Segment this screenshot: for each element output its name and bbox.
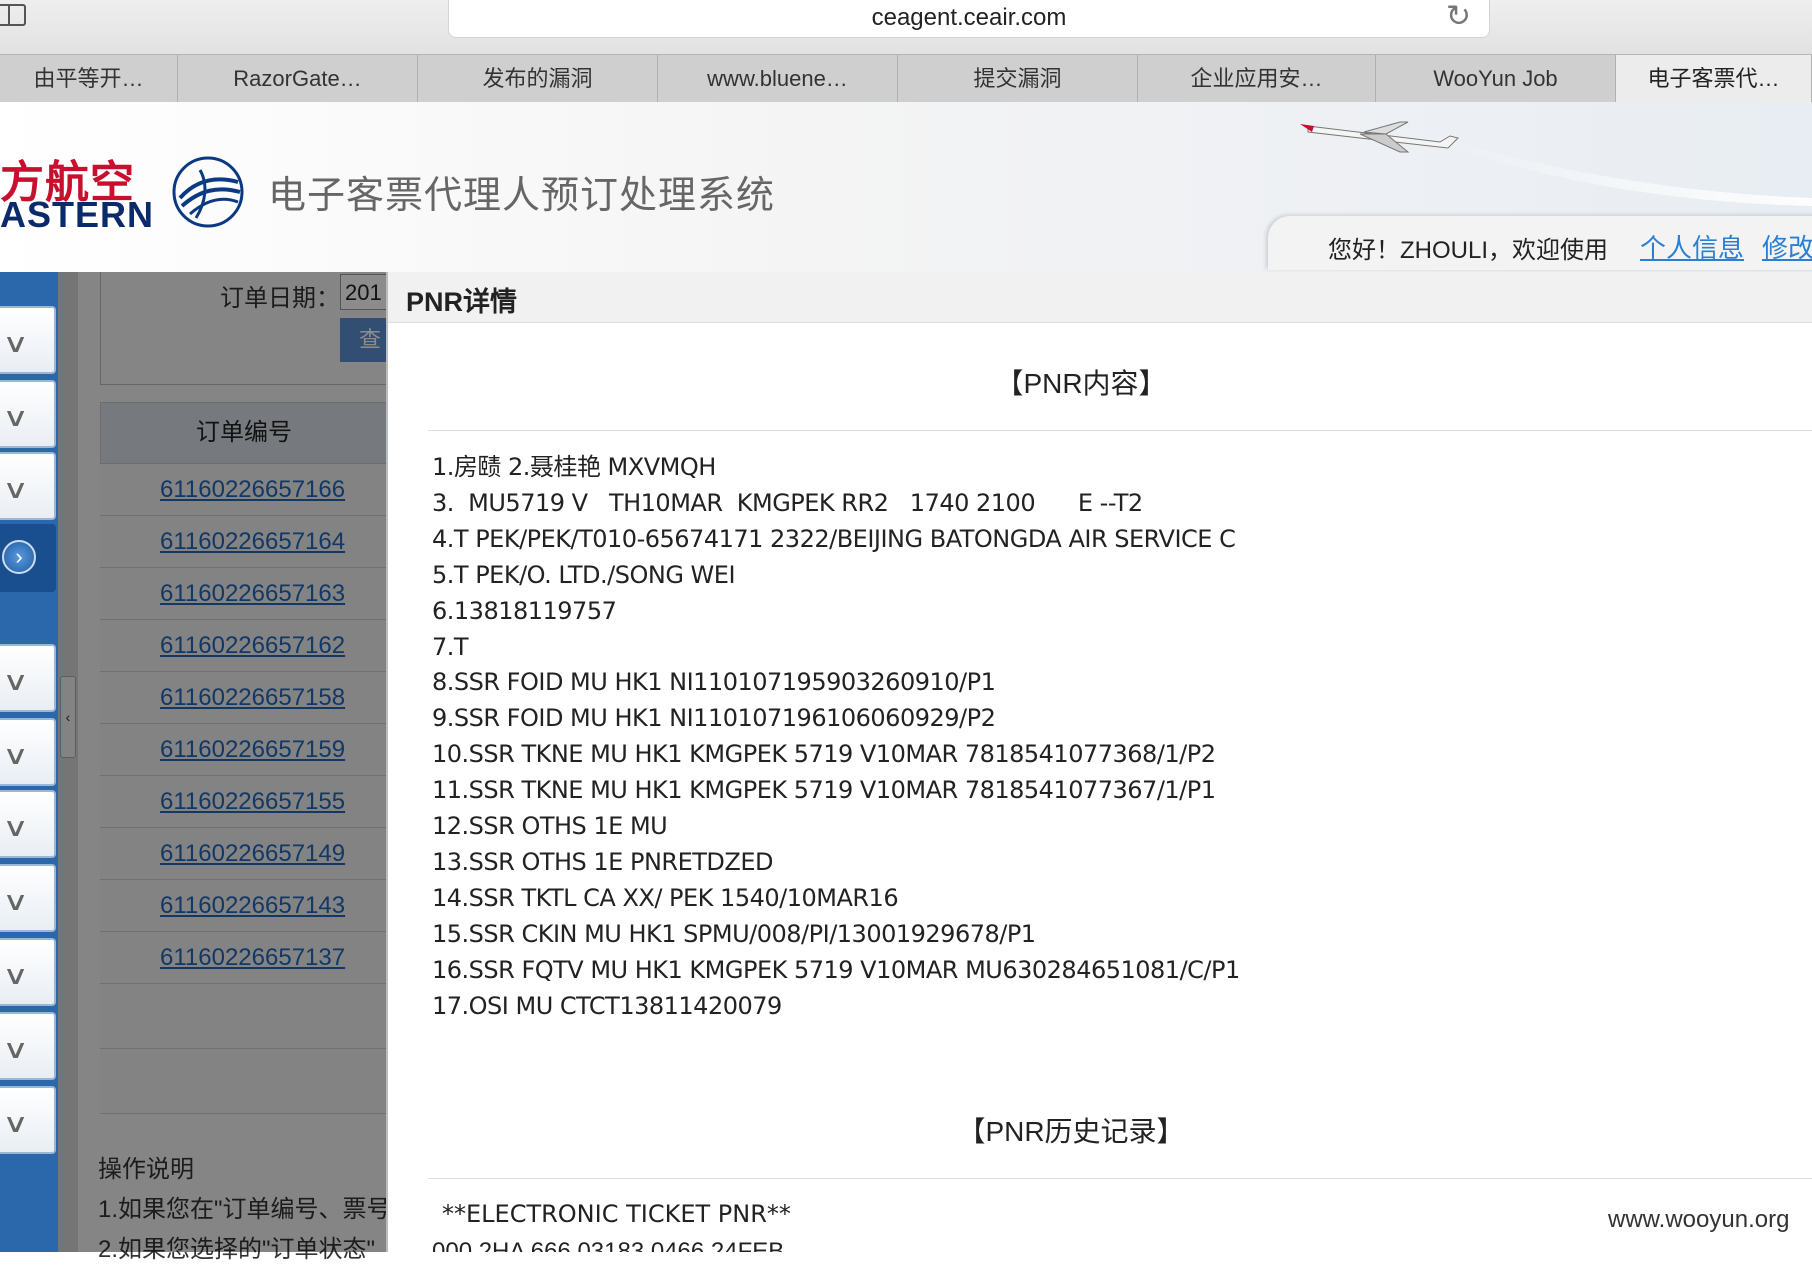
nav-item[interactable]: ∨ [0, 718, 56, 786]
pnr-history-heading: 【PNR历史记录】 [957, 1116, 1185, 1147]
pnr-line: 12.SSR OTHS 1E MU [432, 812, 668, 841]
pnr-line: 6.13818119757 [432, 596, 617, 625]
pnr-content-list: 1.房赜 2.聂桂艳 MXVMQH 3. MU5719 V TH10MAR KM… [432, 450, 1240, 1025]
pnr-line: 11.SSR TKNE MU HK1 KMGPEK 5719 V10MAR 78… [432, 776, 1216, 805]
browser-tab-active[interactable]: 电子客票代… [1616, 55, 1812, 103]
chevron-down-icon: ∨ [2, 1108, 29, 1138]
tab-label: WooYun Job [1433, 66, 1558, 91]
pnr-line: 17.OSI MU CTCT13811420079 [432, 991, 782, 1020]
system-title: 电子客票代理人预订处理系统 [268, 175, 776, 217]
browser-tab[interactable]: 提交漏洞 [898, 55, 1138, 103]
pnr-line: 8.SSR FOID MU HK1 NI110107195903260910/P… [432, 668, 996, 697]
pnr-line: 1.房赜 2.聂桂艳 MXVMQH [432, 453, 716, 481]
divider [428, 430, 1812, 431]
browser-toolbar: ceagent.ceair.com ↻ [0, 0, 1812, 54]
tab-label: 电子客票代… [1647, 66, 1780, 91]
pnr-line: 14.SSR TKTL CA XX/ PEK 1540/10MAR16 [432, 883, 899, 912]
history-line: 000 2HA 666 03183 0466 24FEB [432, 1238, 785, 1252]
pnr-line: 16.SSR FQTV MU HK1 KMGPEK 5719 V10MAR MU… [432, 955, 1240, 984]
watermark: www.wooyun.org [1608, 1206, 1790, 1233]
tab-label: www.bluene… [707, 66, 848, 91]
modal-backdrop[interactable] [58, 272, 388, 1252]
pnr-detail-modal: PNR详情 【PNR内容】 1.房赜 2.聂桂艳 MXVMQH 3. MU571… [386, 272, 1812, 1252]
tab-label: 提交漏洞 [973, 66, 1062, 91]
nav-item[interactable]: ∨ [0, 864, 56, 932]
modal-titlebar: PNR详情 [388, 272, 1812, 323]
pnr-line: 9.SSR FOID MU HK1 NI110107196106060929/P… [432, 704, 996, 733]
pnr-line: 13.SSR OTHS 1E PNRETDZED [432, 847, 773, 876]
airplane-icon [1300, 121, 1812, 206]
profile-link[interactable]: 个人信息 [1640, 228, 1744, 265]
browser-tab[interactable]: 企业应用安… [1138, 55, 1376, 103]
divider [428, 1178, 1812, 1179]
tab-label: 发布的漏洞 [482, 66, 593, 91]
pnr-line: 3. MU5719 V TH10MAR KMGPEK RR2 1740 2100… [432, 488, 1143, 517]
nav-item[interactable]: ∨ [0, 644, 56, 712]
chevron-down-icon: ∨ [2, 886, 29, 916]
tab-label: RazorGate… [233, 66, 362, 91]
nav-item[interactable]: ∨ [0, 306, 56, 374]
chevron-down-icon: ∨ [2, 1034, 29, 1064]
nav-item[interactable]: ∨ [0, 790, 56, 858]
tab-label: 企业应用安… [1190, 66, 1323, 91]
chevron-down-icon: ∨ [2, 328, 29, 358]
chevron-down-icon: ∨ [2, 474, 29, 504]
browser-tab[interactable]: 由平等开… [0, 55, 178, 103]
chevron-down-icon: ∨ [2, 960, 29, 990]
sidebar-toggle-icon[interactable] [0, 4, 26, 26]
chevron-right-icon: › [2, 540, 36, 574]
url-text: ceagent.ceair.com [871, 4, 1067, 31]
skyteam-logo-icon [172, 156, 244, 228]
browser-tab[interactable]: www.bluene… [658, 55, 898, 103]
nav-item[interactable]: ∨ [0, 1086, 56, 1154]
pnr-content-heading: 【PNR内容】 [995, 368, 1167, 399]
pnr-line: 7.T [432, 632, 469, 661]
nav-item[interactable]: ∨ [0, 380, 56, 448]
pnr-line: 5.T PEK/O. LTD./SONG WEI [432, 560, 736, 589]
pnr-line: 15.SSR CKIN MU HK1 SPMU/008/PI/130019296… [432, 919, 1036, 948]
pnr-line: 10.SSR TKNE MU HK1 KMGPEK 5719 V10MAR 78… [432, 740, 1216, 769]
pnr-line: 4.T PEK/PEK/T010-65674171 2322/BEIJING B… [432, 524, 1236, 553]
nav-item[interactable]: ∨ [0, 1012, 56, 1080]
left-nav: ∨ ∨ ∨ › ∨ ∨ ∨ ∨ ∨ ∨ ∨ [0, 272, 58, 1252]
nav-item-active[interactable]: › [0, 524, 56, 592]
chevron-down-icon: ∨ [2, 812, 29, 842]
browser-tab[interactable]: WooYun Job [1376, 55, 1616, 103]
reload-icon[interactable]: ↻ [1446, 0, 1471, 34]
chevron-down-icon: ∨ [2, 740, 29, 770]
browser-tab[interactable]: 发布的漏洞 [418, 55, 658, 103]
history-line: **ELECTRONIC TICKET PNR** [442, 1200, 791, 1228]
greeting-text: 您好！ZHOULI，欢迎使用 [1328, 237, 1609, 264]
address-bar[interactable]: ceagent.ceair.com ↻ [448, 0, 1490, 38]
chevron-down-icon: ∨ [2, 666, 29, 696]
nav-item[interactable]: ∨ [0, 452, 56, 520]
modal-title: PNR详情 [406, 287, 518, 317]
modify-link[interactable]: 修改 [1762, 228, 1812, 265]
airline-logo-en: ASTERN [0, 194, 155, 235]
tab-bar: 由平等开… RazorGate… 发布的漏洞 www.bluene… 提交漏洞 … [0, 54, 1812, 104]
browser-tab[interactable]: RazorGate… [178, 55, 418, 103]
chevron-down-icon: ∨ [2, 402, 29, 432]
nav-item[interactable]: ∨ [0, 938, 56, 1006]
user-bar: 您好！ZHOULI，欢迎使用 个人信息 修改 [1268, 216, 1812, 270]
tab-label: 由平等开… [33, 66, 144, 91]
site-header: 方航空 ASTERN 电子客票代理人预订处理系统 您好！ZHOULI，欢迎使用 … [0, 102, 1812, 374]
